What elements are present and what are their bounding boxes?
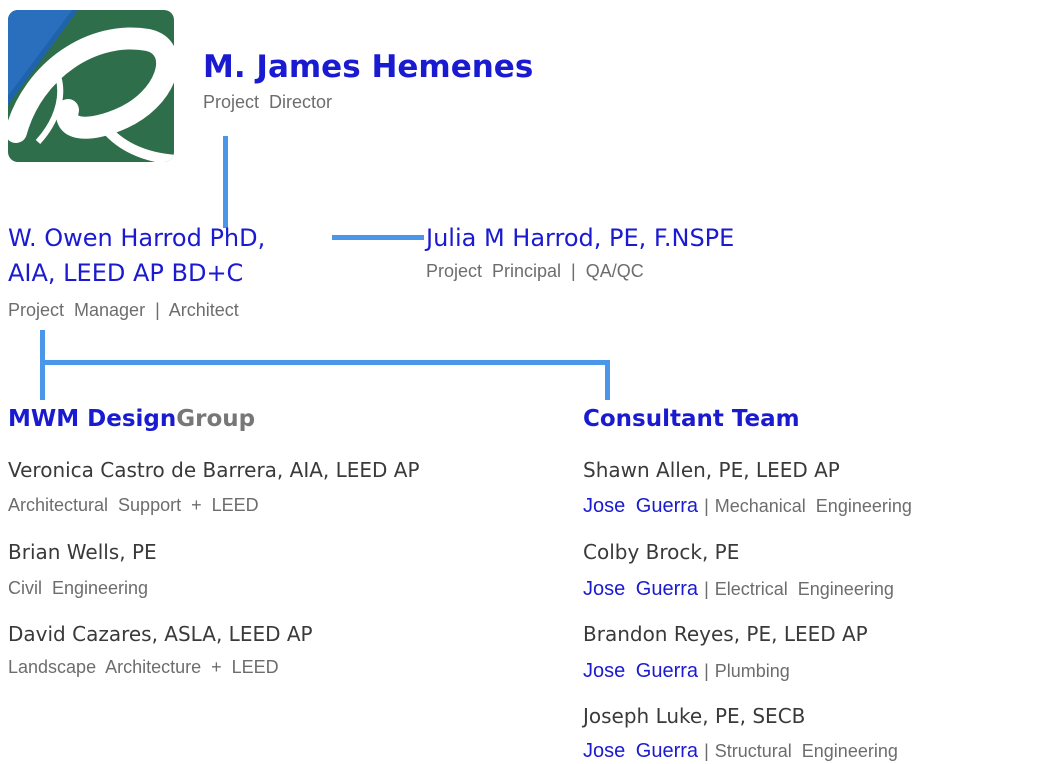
company-logo-graphic [8, 10, 174, 162]
mwm-member-role: Landscape Architecture + LEED [8, 657, 279, 677]
connector-director-to-manager [223, 136, 228, 228]
manager-role: Project Manager | Architect [8, 300, 239, 320]
separator: | [704, 741, 709, 761]
consultant-member-detail: Jose Guerra | Structural Engineering [583, 740, 898, 763]
manager-name-line1: W. Owen Harrod PhD, [8, 224, 266, 252]
consultant-role: Electrical Engineering [714, 579, 894, 599]
consultant-lead: Jose Guerra [583, 740, 699, 762]
consultant-role: Mechanical Engineering [714, 496, 912, 516]
mwm-member-name: Brian Wells, PE [8, 540, 157, 564]
separator: | [704, 496, 709, 516]
consultant-lead: Jose Guerra [583, 495, 699, 517]
company-logo [8, 10, 174, 162]
consultant-lead: Jose Guerra [583, 660, 699, 682]
principal-name: Julia M Harrod, PE, F.NSPE [426, 224, 735, 252]
mwm-member-name: Veronica Castro de Barrera, AIA, LEED AP [8, 458, 420, 482]
separator: | [704, 579, 709, 599]
mwm-member-role: Civil Engineering [8, 578, 149, 598]
principal-role: Project Principal | QA/QC [426, 261, 644, 281]
consultant-member-name: Shawn Allen, PE, LEED AP [583, 458, 840, 482]
consultant-member-name: Brandon Reyes, PE, LEED AP [583, 622, 868, 646]
consultant-member-detail: Jose Guerra | Mechanical Engineering [583, 495, 912, 518]
separator: | [704, 661, 709, 681]
consultant-role: Structural Engineering [714, 741, 898, 761]
mwm-group-title-primary: MWM Design [8, 406, 177, 432]
consultant-member-detail: Jose Guerra | Plumbing [583, 660, 790, 683]
connector-manager-to-principal [332, 235, 424, 240]
connector-to-consultant-team [605, 360, 610, 400]
consultant-lead: Jose Guerra [583, 578, 699, 600]
connector-horizontal-branch [40, 360, 610, 365]
consultant-member-detail: Jose Guerra | Electrical Engineering [583, 578, 894, 601]
connector-manager-down [40, 330, 45, 400]
mwm-member-role: Architectural Support + LEED [8, 495, 259, 515]
mwm-member-name: David Cazares, ASLA, LEED AP [8, 622, 313, 646]
mwm-group-title-secondary: Group [176, 406, 256, 432]
consultant-member-name: Joseph Luke, PE, SECB [583, 704, 806, 728]
consultant-member-name: Colby Brock, PE [583, 540, 740, 564]
manager-name-line2: AIA, LEED AP BD+C [8, 259, 244, 287]
consultant-role: Plumbing [714, 661, 790, 681]
director-name: M. James Hemenes [203, 49, 534, 85]
director-role: Project Director [203, 92, 333, 112]
mwm-group-title: MWM DesignGroup [8, 406, 255, 432]
consultant-team-title: Consultant Team [583, 406, 800, 432]
